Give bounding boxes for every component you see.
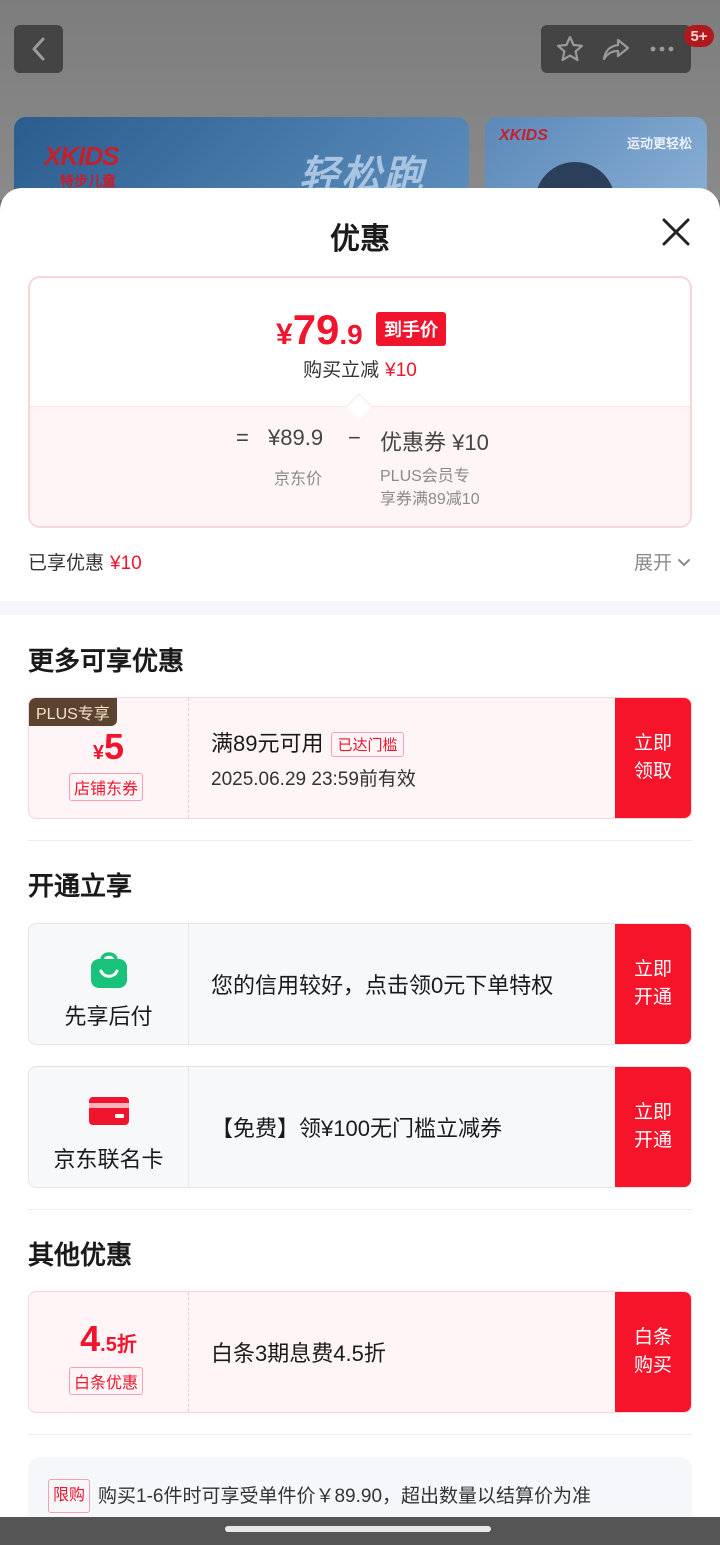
- baitiao-offer-card: 4.5折 白条优惠 白条3期息费4.5折 白条购买: [28, 1291, 692, 1413]
- baitiao-rate-area: 4.5折 白条优惠: [29, 1292, 189, 1412]
- coupon-discount: 优惠券 ¥10: [380, 430, 489, 455]
- sheet-title: 优惠: [330, 223, 390, 256]
- co-branded-desc: 【免费】领¥100无门槛立减券: [211, 1067, 502, 1187]
- final-price-decimal: .9: [339, 319, 363, 350]
- enjoyed-value: ¥10: [110, 553, 142, 574]
- coupon-note-line2: 享券满89减10: [380, 491, 480, 508]
- minus-sign: −: [348, 425, 361, 450]
- price-formula: = ¥89.9 − 优惠券 ¥10 京东价 PLUS会员专 享券满89减10: [30, 406, 690, 526]
- share-icon[interactable]: [601, 34, 631, 64]
- open-label-line1: 立即: [633, 1102, 672, 1123]
- back-button[interactable]: [14, 25, 63, 73]
- banner-text: 运动更轻松: [627, 136, 693, 151]
- coupon-amount-number: 5: [104, 726, 125, 767]
- section-divider: [0, 601, 720, 615]
- section-title-other-offers: 其他优惠: [28, 1240, 133, 1270]
- coupon-validity: 2025.06.29 23:59前有效: [211, 768, 416, 790]
- baitiao-buy-button[interactable]: 白条 购买: [615, 1292, 691, 1412]
- coupon-info: 满89元可用 已达门槛 2025.06.29 23:59前有效: [211, 698, 416, 818]
- claim-label-line1: 立即: [633, 733, 672, 754]
- pay-later-brand: 先享后付: [29, 924, 189, 1044]
- price-breakdown-card: ¥ 79 .9 到手价 购买立减 ¥10 = ¥89.9 − 优惠券 ¥10 京东…: [28, 276, 692, 528]
- co-branded-card: 京东联名卡 【免费】领¥100无门槛立减券 立即开通: [28, 1066, 692, 1188]
- more-icon[interactable]: [647, 34, 677, 64]
- baitiao-desc: 白条3期息费4.5折: [211, 1292, 386, 1412]
- baitiao-label-line1: 白条: [633, 1327, 672, 1348]
- offer-sheet: 优惠 ¥ 79 .9 到手价 购买立减 ¥10 = ¥89.9 − 优惠券 ¥10…: [0, 188, 720, 1545]
- final-price-integer: 79: [292, 306, 340, 353]
- limit-text: 购买1-6件时可享受单件价￥89.90，超出数量以结算价为准: [98, 1486, 592, 1507]
- final-price-tag: 到手价: [376, 312, 446, 346]
- divider-line: [28, 1434, 692, 1435]
- claim-label-line2: 领取: [633, 761, 672, 782]
- buy-reduce-label: 购买立减: [303, 360, 380, 381]
- open-label-line2: 开通: [633, 1130, 672, 1151]
- brand-logo: XKIDS: [499, 127, 548, 144]
- co-branded-brand: 京东联名卡: [29, 1067, 189, 1187]
- chevron-down-icon: [678, 558, 690, 566]
- home-indicator[interactable]: [225, 1526, 491, 1532]
- coupon-amount: ¥5: [29, 726, 188, 768]
- rate-number: 4: [80, 1318, 101, 1359]
- currency-symbol: ¥: [92, 742, 105, 764]
- pay-later-label: 先享后付: [64, 1004, 153, 1029]
- expand-button[interactable]: 展开: [634, 548, 692, 575]
- jd-price: ¥89.9: [268, 425, 324, 450]
- notification-badge: 5+: [684, 25, 714, 47]
- buy-reduce-value: ¥10: [385, 360, 417, 381]
- expand-label: 展开: [633, 553, 672, 574]
- coupon-note-line1: PLUS会员专: [380, 468, 470, 485]
- coupon-value-area: PLUS专享 ¥5 店铺东券: [29, 698, 189, 818]
- rate-suffix: .5折: [100, 1334, 137, 1356]
- claim-coupon-button[interactable]: 立即 领取: [615, 698, 691, 818]
- pay-later-card: 先享后付 您的信用较好，点击领0元下单特权 立即开通: [28, 923, 692, 1045]
- final-price: ¥ 79 .9: [276, 306, 363, 354]
- limit-tag: 限购: [48, 1479, 91, 1513]
- divider-line: [28, 840, 692, 841]
- store-coupon-card: PLUS专享 ¥5 店铺东券 满89元可用 已达门槛 2025.06.29 23:…: [28, 697, 692, 819]
- open-card-button[interactable]: 立即 开通: [615, 1067, 691, 1187]
- threshold-reached-tag: 已达门槛: [331, 732, 404, 758]
- coupon-condition: 满89元可用: [211, 730, 324, 756]
- pay-later-desc: 您的信用较好，点击领0元下单特权: [211, 924, 553, 1044]
- close-icon[interactable]: [656, 212, 696, 252]
- jd-price-label: 京东价: [274, 471, 323, 488]
- section-title-open-enjoy: 开通立享: [28, 871, 133, 901]
- pay-later-desc-text: 您的信用较好，点击领0元下单特权: [211, 973, 554, 998]
- co-branded-desc-text: 【免费】领¥100无门槛立减券: [211, 1116, 502, 1141]
- baitiao-tag: 白条优惠: [69, 1367, 144, 1395]
- enjoyed-label: 已享优惠: [28, 553, 105, 574]
- buy-reduce-line: 购买立减 ¥10: [30, 355, 690, 382]
- co-branded-label: 京东联名卡: [53, 1147, 164, 1172]
- equals-sign: =: [236, 425, 249, 450]
- star-icon[interactable]: [555, 34, 585, 64]
- coupon-note: PLUS会员专 享券满89减10: [380, 465, 480, 511]
- enjoyed-discount-row: 已享优惠 ¥10 展开: [28, 548, 692, 578]
- brand-logo: XKIDS: [44, 141, 119, 171]
- baitiao-label-line2: 购买: [633, 1355, 672, 1376]
- open-label-line1: 立即: [633, 959, 672, 980]
- coupon-type-tag: 店铺东券: [69, 773, 144, 801]
- open-label-line2: 开通: [633, 987, 672, 1008]
- top-toolbar: [541, 25, 691, 73]
- open-pay-later-button[interactable]: 立即 开通: [615, 924, 691, 1044]
- currency-symbol: ¥: [276, 318, 293, 351]
- baitiao-rate: 4.5折: [29, 1318, 188, 1360]
- plus-exclusive-tag: PLUS专享: [29, 698, 117, 726]
- section-title-more-offers: 更多可享优惠: [28, 646, 185, 676]
- chevron-left-icon: [32, 37, 44, 61]
- credit-card-icon: [89, 1097, 129, 1125]
- divider-line: [28, 1209, 692, 1210]
- baitiao-desc-text: 白条3期息费4.5折: [211, 1341, 386, 1366]
- shopping-bag-icon: [91, 952, 127, 988]
